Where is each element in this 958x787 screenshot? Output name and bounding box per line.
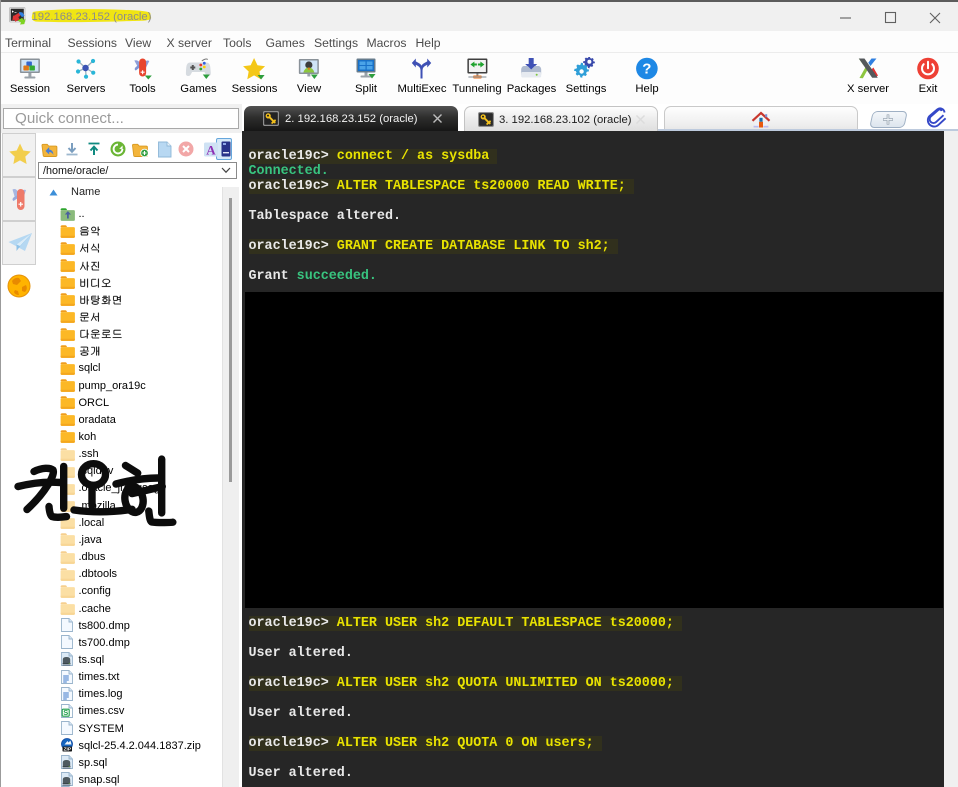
svg-text:?: ? xyxy=(642,61,651,78)
svg-text:A: A xyxy=(206,143,216,158)
